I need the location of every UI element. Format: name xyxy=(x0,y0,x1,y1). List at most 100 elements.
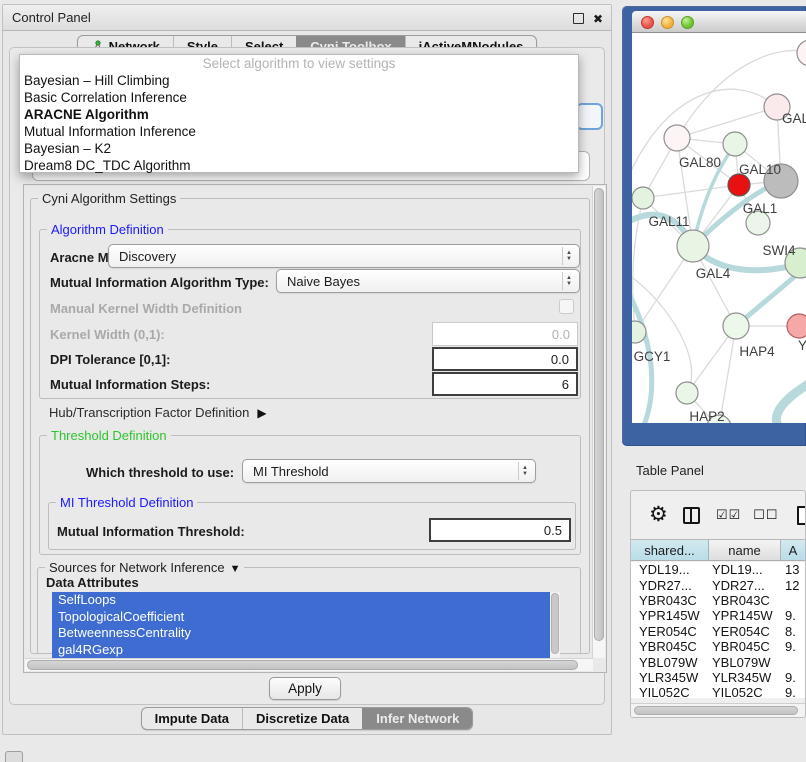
dropdown-item[interactable]: Bayesian – K2 xyxy=(20,140,578,157)
mi-type-combo[interactable]: Naive Bayes xyxy=(276,269,580,293)
threshold-definition-title: Threshold Definition xyxy=(47,428,171,443)
nodes xyxy=(632,40,806,423)
column-header-clipped[interactable]: A xyxy=(781,540,805,560)
table-row[interactable]: YBR045C YBR045C 9. xyxy=(631,639,805,654)
tab-discretize-data[interactable]: Discretize Data xyxy=(242,708,362,729)
zoom-traffic-light-icon[interactable] xyxy=(681,16,694,29)
cell: 12 xyxy=(781,578,805,593)
float-window-icon[interactable] xyxy=(573,13,584,24)
node-label: HAP2 xyxy=(689,409,724,423)
tab-impute-data[interactable]: Impute Data xyxy=(142,708,242,729)
dpi-tolerance-field[interactable]: 0.0 xyxy=(432,347,578,371)
mi-threshold-field[interactable]: 0.5 xyxy=(429,518,571,542)
apply-button[interactable]: Apply xyxy=(269,677,341,700)
vertical-scrollbar[interactable] xyxy=(592,186,605,658)
tab-impute-data-label: Impute Data xyxy=(155,711,229,726)
network-canvas[interactable]: GAL GAL80 GAL10 GAL1 GAL11 SWI4 GAL4 GCY… xyxy=(632,33,806,423)
minimize-traffic-light-icon[interactable] xyxy=(661,16,674,29)
node-hap4[interactable] xyxy=(723,313,749,339)
dropdown-item[interactable]: Basic Correlation Inference xyxy=(20,89,578,106)
network-window-titlebar[interactable] xyxy=(632,11,806,33)
aracne-mode-value: Discovery xyxy=(119,249,176,264)
attribute-item[interactable]: gal4RGexp xyxy=(52,642,560,659)
table-row[interactable]: YER054C YER054C 8. xyxy=(631,624,805,639)
table-row[interactable]: YIL052C YIL052C 9. xyxy=(631,685,805,698)
manual-kernel-checkbox[interactable] xyxy=(559,299,574,314)
node-label: GAL1 xyxy=(743,201,778,216)
node-label: GCY1 xyxy=(634,349,671,364)
cell: YLR345W xyxy=(631,670,709,685)
close-traffic-light-icon[interactable] xyxy=(641,16,654,29)
table-row[interactable]: YDR27... YDR27... 12 xyxy=(631,577,805,592)
table-row[interactable]: YBR043C YBR043C xyxy=(631,593,805,608)
scrollbar-thumb[interactable] xyxy=(551,593,559,654)
cell: YDL19... xyxy=(709,562,781,577)
node-label: GAL xyxy=(782,111,806,126)
table-row[interactable]: YPR145W YPR145W 9. xyxy=(631,608,805,623)
select-all-checkboxes-icon[interactable] xyxy=(716,507,741,523)
node-gal10[interactable] xyxy=(723,132,747,156)
sources-expander[interactable]: Sources for Network Inference xyxy=(45,560,244,575)
scrollbar-thumb[interactable] xyxy=(634,706,798,715)
application-root: Control Panel xyxy=(0,0,806,762)
expander-collapsed-icon xyxy=(257,405,266,420)
node-gal1-selected[interactable] xyxy=(728,174,750,196)
control-panel-window: Control Panel xyxy=(2,4,612,735)
table-row[interactable]: YBL079W YBL079W xyxy=(631,654,805,669)
dpi-tolerance-label: DPI Tolerance [0,1]: xyxy=(50,352,170,367)
node-hap2[interactable] xyxy=(676,382,698,404)
dropdown-item[interactable]: Dream8 DC_TDC Algorithm xyxy=(20,157,578,174)
table-panel-title: Table Panel xyxy=(636,463,704,478)
node-gal4[interactable] xyxy=(677,230,709,262)
table-row[interactable]: YDL19... YDL19... 13 xyxy=(631,562,805,577)
dropdown-item[interactable]: Mutual Information Inference xyxy=(20,123,578,140)
attribute-item[interactable]: TopologicalCoefficient xyxy=(52,609,560,626)
mi-steps-field[interactable]: 6 xyxy=(432,372,578,396)
dropdown-item-selected[interactable]: ARACNE Algorithm xyxy=(20,106,578,123)
list-vertical-scrollbar[interactable] xyxy=(550,592,560,658)
cell: YPR145W xyxy=(709,608,781,623)
algorithm-combo-fragment[interactable] xyxy=(576,103,603,130)
hub-expander[interactable]: Hub/Transcription Factor Definition xyxy=(49,405,267,420)
stepper-icon xyxy=(562,272,575,290)
cell: YPR145W xyxy=(631,608,709,623)
close-icon[interactable] xyxy=(593,11,603,26)
which-threshold-combo[interactable]: MI Threshold xyxy=(242,459,536,483)
data-attributes-list: SelfLoops TopologicalCoefficient Between… xyxy=(52,592,560,658)
node-gal80[interactable] xyxy=(664,125,690,151)
deselect-all-checkboxes-icon[interactable] xyxy=(753,507,778,523)
gear-icon[interactable] xyxy=(649,504,668,526)
scrollbar-thumb[interactable] xyxy=(27,660,578,670)
table-panel: shared... name A YDL19... YDL19... 13 YD… xyxy=(630,490,806,718)
manual-kernel-label: Manual Kernel Width Definition xyxy=(50,301,242,316)
file-icon[interactable] xyxy=(797,506,806,525)
stepper-icon xyxy=(518,462,531,480)
scrollbar-thumb[interactable] xyxy=(594,188,604,641)
node[interactable] xyxy=(797,40,806,66)
node-gal11[interactable] xyxy=(632,187,654,209)
table-row[interactable]: YLR345W YLR345W 9. xyxy=(631,670,805,685)
cell: YBL079W xyxy=(631,655,709,670)
node-pink[interactable] xyxy=(787,314,806,338)
attribute-item[interactable]: SelfLoops xyxy=(52,592,560,609)
tab-infer-network[interactable]: Infer Network xyxy=(362,708,472,729)
horizontal-scrollbar[interactable] xyxy=(25,658,593,671)
column-header-shared-name[interactable]: shared... xyxy=(631,540,709,560)
cell: YBL079W xyxy=(709,655,781,670)
kernel-width-field[interactable]: 0.0 xyxy=(432,322,578,346)
cell: YER054C xyxy=(631,624,709,639)
cyni-algorithm-settings-group: Cyni Algorithm Settings Algorithm Defini… xyxy=(30,198,590,654)
dropdown-item[interactable]: Bayesian – Hill Climbing xyxy=(20,72,578,89)
table-header-row: shared... name A xyxy=(631,539,805,561)
kernel-width-label: Kernel Width (0,1): xyxy=(50,327,165,342)
node-label: Y xyxy=(798,338,806,353)
table-horizontal-scrollbar[interactable] xyxy=(631,703,805,717)
control-panel-titlebar: Control Panel xyxy=(3,5,611,31)
aracne-mode-combo[interactable]: Discovery xyxy=(108,244,580,268)
split-columns-icon[interactable] xyxy=(683,507,700,524)
partial-bottom-button[interactable] xyxy=(5,751,23,762)
mi-type-value: Naive Bayes xyxy=(287,274,360,289)
column-header-name[interactable]: name xyxy=(709,540,781,560)
attribute-item[interactable]: BetweennessCentrality xyxy=(52,625,560,642)
cell: YBR045C xyxy=(709,639,781,654)
